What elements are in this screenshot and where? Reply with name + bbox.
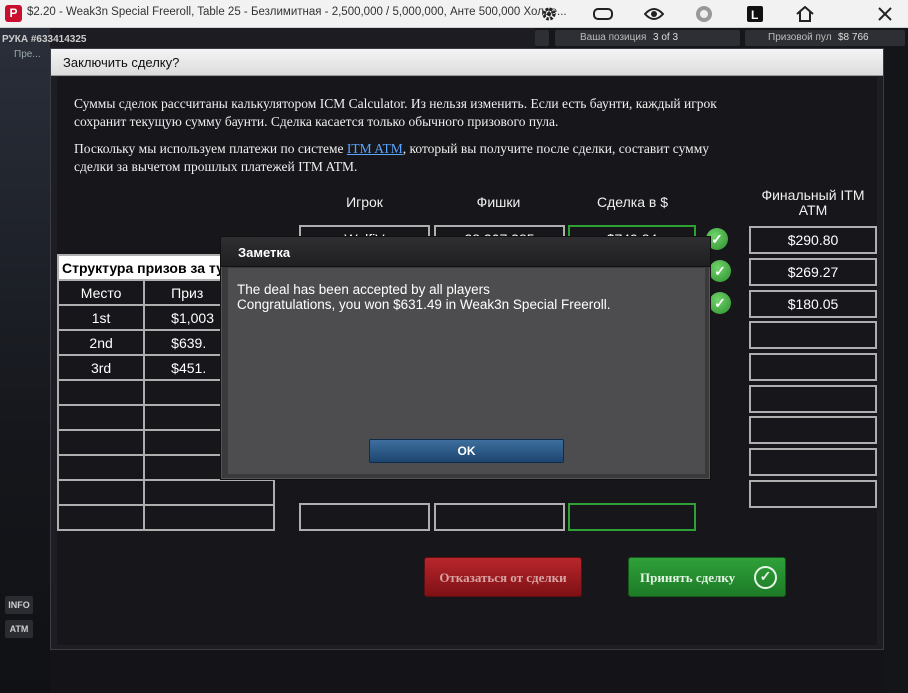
prize-place: 3rd xyxy=(56,354,146,381)
itm-atm-line2: сделки за вычетом прошлых платежей ITM A… xyxy=(74,159,358,174)
icm-info-line2: сохранит текущую сумму баунти. Сделка ка… xyxy=(74,114,559,129)
col-header-final-itm: Финальный ITM ATM xyxy=(749,188,877,218)
final-itm-cell-empty xyxy=(749,353,877,381)
col-header-final-itm-line2: ATM xyxy=(798,202,828,218)
accept-deal-button[interactable]: Принять сделку ✓ xyxy=(628,557,786,597)
final-itm-cell-empty xyxy=(749,321,877,349)
hud-position-label: Ваша позиция xyxy=(580,32,647,43)
background-player-name: РУКА #633414325 xyxy=(2,34,87,45)
deal-chips-cell-empty xyxy=(434,503,565,531)
deal-player-cell-empty xyxy=(299,503,430,531)
col-header-chips: Фишки xyxy=(476,194,521,210)
table-row xyxy=(56,504,275,531)
note-body: The deal has been accepted by all player… xyxy=(228,268,705,474)
background-player-sub: Пре... xyxy=(14,49,41,60)
table-background-right xyxy=(884,28,908,693)
note-message-line2: Congratulations, you won $631.49 in Weak… xyxy=(237,297,611,312)
prize-place: 2nd xyxy=(56,329,146,356)
itm-atm-text-before: Поскольку мы используем платежи по систе… xyxy=(74,141,347,156)
prize-col-place: Место xyxy=(56,279,146,306)
lobby-l-icon[interactable]: L xyxy=(742,2,768,26)
table-background-left xyxy=(0,28,50,693)
note-titlebar: Заметка xyxy=(221,237,710,267)
atm-button[interactable]: ATM xyxy=(5,620,33,638)
info-button[interactable]: INFO xyxy=(5,596,33,614)
poker-client-window: Р $2.20 - Weak3n Special Freeroll, Table… xyxy=(0,0,908,693)
check-circle-icon: ✓ xyxy=(754,566,777,589)
minimize-table-icon[interactable] xyxy=(590,2,616,26)
decline-deal-button[interactable]: Отказаться от сделки xyxy=(424,557,582,597)
settings-gear-icon[interactable] xyxy=(536,2,562,26)
final-itm-cell: $269.27 xyxy=(749,258,877,286)
prize-place: 1st xyxy=(56,304,146,331)
window-titlebar: Р $2.20 - Weak3n Special Freeroll, Table… xyxy=(0,0,908,28)
hud-position-value: 3 of 3 xyxy=(653,32,679,43)
deal-amount-cell-empty xyxy=(568,503,696,531)
final-itm-cell-empty xyxy=(749,416,877,444)
icm-info-line1: Суммы сделок рассчитаны калькулятором IC… xyxy=(74,96,717,111)
final-itm-cell: $180.05 xyxy=(749,290,877,318)
home-icon[interactable] xyxy=(792,2,818,26)
hud-prize-pool-value: $8 766 xyxy=(838,32,869,43)
final-itm-cell-empty xyxy=(749,448,877,476)
note-message-line1: The deal has been accepted by all player… xyxy=(237,282,490,297)
itm-atm-text-after: , который вы получите после сделки, сост… xyxy=(402,141,709,156)
ok-button[interactable]: OK xyxy=(369,439,564,463)
tournament-hud: Ваша позиция 3 of 3 Призовой пул $8 766 xyxy=(535,28,908,48)
hud-dot-icon xyxy=(535,30,549,46)
final-itm-cell-empty xyxy=(749,480,877,508)
hud-prize-pool-label: Призовой пул xyxy=(768,32,832,43)
final-itm-cell-empty xyxy=(749,385,877,413)
note-title: Заметка xyxy=(238,245,291,260)
deal-dialog-title: Заключить сделку? xyxy=(63,55,180,70)
table-row xyxy=(56,479,275,506)
accept-deal-label: Принять сделку xyxy=(640,570,736,585)
col-header-deal: Сделка в $ xyxy=(597,194,668,210)
table-background-bottom xyxy=(50,650,884,693)
deal-dialog-titlebar: Заключить сделку? xyxy=(51,49,883,76)
close-window-icon[interactable] xyxy=(872,2,898,26)
col-header-final-itm-line1: Финальный ITM xyxy=(761,187,865,203)
window-title: $2.20 - Weak3n Special Freeroll, Table 2… xyxy=(27,6,567,18)
final-itm-cell: $290.80 xyxy=(749,226,877,254)
eye-icon[interactable] xyxy=(641,2,667,26)
icm-info-paragraph: Суммы сделок рассчитаны калькулятором IC… xyxy=(74,95,834,131)
col-header-player: Игрок xyxy=(346,194,383,210)
app-logo-icon: Р xyxy=(5,5,22,22)
chip-icon[interactable] xyxy=(691,2,717,26)
note-popup: Заметка The deal has been accepted by al… xyxy=(220,236,711,480)
accepted-check-icon: ✓ xyxy=(709,292,731,314)
svg-text:L: L xyxy=(751,8,758,22)
itm-atm-link[interactable]: ITM ATM xyxy=(347,141,403,156)
itm-atm-paragraph: Поскольку мы используем платежи по систе… xyxy=(74,140,834,176)
accepted-check-icon: ✓ xyxy=(709,260,731,282)
